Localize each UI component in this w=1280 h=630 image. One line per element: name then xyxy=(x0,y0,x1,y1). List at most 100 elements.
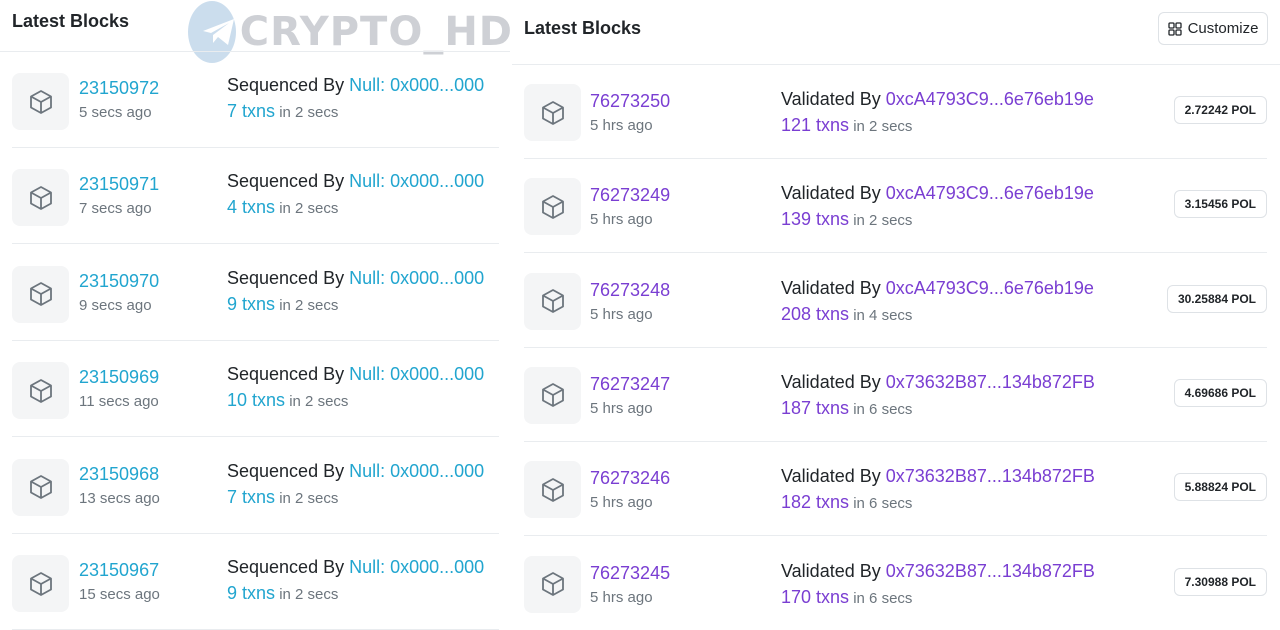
producer-address-link[interactable]: 0x73632B87...134b872FB xyxy=(886,466,1095,486)
block-row: 23150969 11 secs ago Sequenced By Null: 0x… xyxy=(12,341,499,438)
reward-badge: 3.15456 POL xyxy=(1173,190,1267,219)
block-row: 76273246 5 hrs ago Validated By 0x73632B87… xyxy=(524,442,1267,537)
producer-line: Validated By 0xcA4793C9...6e76eb19e xyxy=(781,183,1094,204)
block-number-link[interactable]: 23150971 xyxy=(79,174,159,195)
block-row: 76273249 5 hrs ago Validated By 0xcA4793C9… xyxy=(524,159,1267,254)
txns-line: 208 txns in 4 secs xyxy=(781,304,912,325)
block-row: 23150968 13 secs ago Sequenced By Null: 0x… xyxy=(12,438,499,534)
reward-badge: 7.30988 POL xyxy=(1173,567,1267,596)
block-age: 5 hrs ago xyxy=(590,211,653,229)
txns-line: 187 txns in 6 secs xyxy=(781,398,912,419)
block-number-link[interactable]: 76273246 xyxy=(590,468,670,489)
block-age: 5 hrs ago xyxy=(590,588,653,606)
txns-link[interactable]: 4 txns xyxy=(227,197,275,217)
block-number-link[interactable]: 23150972 xyxy=(79,78,159,99)
block-number-link[interactable]: 23150968 xyxy=(79,464,159,485)
txns-link[interactable]: 9 txns xyxy=(227,294,275,314)
txns-line: 10 txns in 2 secs xyxy=(227,390,348,411)
producer-address-link[interactable]: Null: 0x000...000 xyxy=(349,461,484,481)
block-row: 23150970 9 secs ago Sequenced By Null: 0x0… xyxy=(12,245,499,341)
txns-link[interactable]: 7 txns xyxy=(227,487,275,507)
block-row: 23150967 15 secs ago Sequenced By Null: 0x… xyxy=(12,534,499,630)
block-row: 76273247 5 hrs ago Validated By 0x73632B87… xyxy=(524,348,1267,442)
producer-label: Validated By xyxy=(781,89,881,109)
block-number-link[interactable]: 76273250 xyxy=(590,91,670,112)
producer-address-link[interactable]: 0xcA4793C9...6e76eb19e xyxy=(886,183,1094,203)
producer-label: Sequenced By xyxy=(227,267,345,288)
block-time: in 2 secs xyxy=(289,393,349,411)
producer-line: Sequenced By Null: 0x000...000 xyxy=(227,171,484,192)
producer-line: Validated By 0x73632B87...134b872FB xyxy=(781,466,1095,487)
producer-line: Validated By 0x73632B87...134b872FB xyxy=(781,561,1095,582)
block-age: 9 secs ago xyxy=(79,296,152,314)
right-latest-blocks-panel: Latest Blocks Customize 76273250 5 hrs ag… xyxy=(512,0,1280,630)
producer-label: Sequenced By xyxy=(227,460,345,481)
block-age: 11 secs ago xyxy=(79,393,159,411)
txns-link[interactable]: 9 txns xyxy=(227,583,275,603)
txns-line: 9 txns in 2 secs xyxy=(227,294,338,315)
producer-line: Sequenced By Null: 0x000...000 xyxy=(227,75,484,96)
left-latest-blocks-panel: Latest Blocks CRYPTO_HD 23150972 5 secs a… xyxy=(0,0,512,630)
block-row: 76273250 5 hrs ago Validated By 0xcA4793C9… xyxy=(524,65,1267,159)
block-number-link[interactable]: 23150970 xyxy=(79,271,159,292)
block-time: in 6 secs xyxy=(853,495,913,513)
producer-address-link[interactable]: Null: 0x000...000 xyxy=(349,268,484,288)
txns-link[interactable]: 182 txns xyxy=(781,492,849,512)
txns-line: 7 txns in 2 secs xyxy=(227,487,338,508)
reward-badge: 4.69686 POL xyxy=(1173,378,1267,407)
block-time: in 2 secs xyxy=(279,104,339,121)
block-number-link[interactable]: 23150967 xyxy=(79,560,159,581)
producer-line: Sequenced By Null: 0x000...000 xyxy=(227,268,484,289)
block-number-link[interactable]: 76273248 xyxy=(590,280,670,301)
producer-address-link[interactable]: Null: 0x000...000 xyxy=(349,75,484,95)
block-age: 13 secs ago xyxy=(79,489,160,507)
cube-icon xyxy=(524,555,581,613)
customize-button[interactable]: Customize xyxy=(1158,12,1268,45)
txns-link[interactable]: 208 txns xyxy=(781,304,849,324)
block-time: in 2 secs xyxy=(853,212,913,230)
txns-link[interactable]: 187 txns xyxy=(781,398,849,418)
producer-label: Sequenced By xyxy=(227,171,345,192)
producer-label: Sequenced By xyxy=(227,75,345,95)
block-age: 15 secs ago xyxy=(79,586,160,603)
block-number-link[interactable]: 23150969 xyxy=(79,367,159,388)
txns-link[interactable]: 121 txns xyxy=(781,115,849,135)
block-time: in 2 secs xyxy=(279,200,339,218)
block-row: 23150971 7 secs ago Sequenced By Null: 0x0… xyxy=(12,148,499,245)
right-panel-title: Latest Blocks xyxy=(524,18,642,38)
block-number-link[interactable]: 76273245 xyxy=(590,563,670,584)
producer-address-link[interactable]: 0xcA4793C9...6e76eb19e xyxy=(886,89,1094,109)
producer-address-link[interactable]: Null: 0x000...000 xyxy=(349,364,484,384)
txns-link[interactable]: 7 txns xyxy=(227,101,275,121)
producer-address-link[interactable]: 0xcA4793C9...6e76eb19e xyxy=(886,278,1094,298)
block-row: 76273245 5 hrs ago Validated By 0x73632B87… xyxy=(524,537,1267,630)
txns-link[interactable]: 170 txns xyxy=(781,587,849,607)
block-age: 5 secs ago xyxy=(79,104,152,121)
txns-link[interactable]: 10 txns xyxy=(227,390,285,410)
cube-icon xyxy=(12,169,69,227)
cube-icon xyxy=(524,272,581,330)
block-time: in 2 secs xyxy=(279,296,339,314)
reward-badge: 5.88824 POL xyxy=(1173,473,1267,502)
producer-label: Validated By xyxy=(781,560,881,581)
cube-icon xyxy=(524,84,581,141)
txns-link[interactable]: 139 txns xyxy=(781,209,849,229)
block-time: in 6 secs xyxy=(853,589,913,607)
producer-label: Validated By xyxy=(781,371,881,392)
grid-icon xyxy=(1167,21,1182,36)
producer-address-link[interactable]: Null: 0x000...000 xyxy=(349,171,484,191)
cube-icon xyxy=(12,73,69,130)
producer-label: Sequenced By xyxy=(227,557,345,577)
block-time: in 4 secs xyxy=(853,306,913,324)
block-number-link[interactable]: 76273247 xyxy=(590,374,670,395)
producer-address-link[interactable]: 0x73632B87...134b872FB xyxy=(886,372,1095,392)
txns-line: 121 txns in 2 secs xyxy=(781,115,912,136)
txns-line: 182 txns in 6 secs xyxy=(781,492,912,513)
producer-line: Validated By 0xcA4793C9...6e76eb19e xyxy=(781,89,1094,110)
cube-icon xyxy=(12,555,69,612)
producer-address-link[interactable]: Null: 0x000...000 xyxy=(349,557,484,577)
reward-badge: 30.25884 POL xyxy=(1166,284,1267,313)
cube-icon xyxy=(12,265,69,323)
block-number-link[interactable]: 76273249 xyxy=(590,185,670,206)
producer-address-link[interactable]: 0x73632B87...134b872FB xyxy=(886,561,1095,581)
